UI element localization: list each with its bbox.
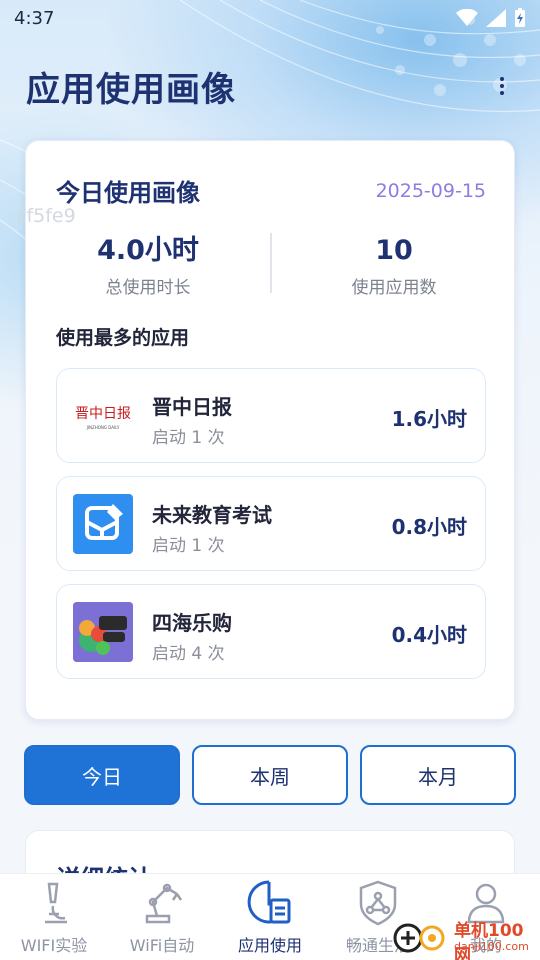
pie-report-icon xyxy=(247,880,291,924)
more-dot-icon xyxy=(500,91,504,95)
usage-stats: 4.0小时 总使用时长 10 使用应用数 xyxy=(26,233,516,299)
overlay-ghost-text: cf5fe9 xyxy=(16,205,76,227)
more-dot-icon xyxy=(500,84,504,88)
nav-label: WIFI实验 xyxy=(20,936,88,955)
card-date: 2025-09-15 xyxy=(375,179,486,202)
total-time-label: 总使用时长 xyxy=(105,278,191,298)
tab-this-week[interactable]: 本周 xyxy=(192,745,348,805)
microscope-icon xyxy=(45,882,67,924)
jinzhong-logo-text: 晋中日报 xyxy=(75,406,131,422)
total-time-value: 4.0小时 xyxy=(97,235,199,266)
battery-charging-icon xyxy=(515,8,525,27)
app-launch-count: 启动 4 次 xyxy=(152,644,225,664)
jinzhong-daily-logo-icon: 晋中日报 JINZHONG DAILY xyxy=(73,386,133,446)
period-tabs: 今日 本周 本月 xyxy=(24,745,516,805)
education-exam-app-icon xyxy=(73,494,133,554)
app-name: 四海乐购 xyxy=(152,611,232,635)
more-options-button[interactable] xyxy=(490,66,514,106)
watermark-logo-icon xyxy=(393,923,445,953)
tab-this-month[interactable]: 本月 xyxy=(360,745,516,805)
sihai-shopping-app-icon xyxy=(73,602,133,662)
list-item[interactable]: 未来教育考试 启动 1 次 0.8小时 xyxy=(56,476,486,571)
app-count-label: 使用应用数 xyxy=(351,278,437,298)
more-dot-icon xyxy=(500,77,504,81)
jinzhong-logo-subtext: JINZHONG DAILY xyxy=(86,425,120,430)
total-time-stat: 4.0小时 总使用时长 xyxy=(26,233,270,299)
nav-item-wifi-lab[interactable]: WIFI实验 xyxy=(0,874,108,960)
list-item[interactable]: 四海乐购 启动 4 次 0.4小时 xyxy=(56,584,486,679)
app-usage-time: 0.8小时 xyxy=(391,515,467,539)
card-title: 今日使用画像 xyxy=(56,179,200,207)
app-header: 应用使用画像 xyxy=(0,56,540,116)
list-item[interactable]: 晋中日报 JINZHONG DAILY 晋中日报 启动 1 次 1.6小时 xyxy=(56,368,486,463)
app-usage-time: 0.4小时 xyxy=(391,623,467,647)
app-usage-time: 1.6小时 xyxy=(391,407,467,431)
app-count-value: 10 xyxy=(375,235,413,266)
nav-item-app-usage[interactable]: 应用使用 xyxy=(216,874,324,960)
card-header: 今日使用画像 2025-09-15 xyxy=(56,173,486,208)
nav-label: WiFi自动 xyxy=(129,936,195,955)
status-icons xyxy=(456,8,526,28)
today-usage-card: 今日使用画像 2025-09-15 cf5fe9 4.0小时 总使用时长 10 … xyxy=(16,140,516,720)
watermark-url: danji100.com xyxy=(454,940,529,953)
status-bar: 4:37 xyxy=(0,0,540,36)
tab-today[interactable]: 今日 xyxy=(24,745,180,805)
top-apps-label: 使用最多的应用 xyxy=(56,327,190,349)
app-launch-count: 启动 1 次 xyxy=(152,536,225,556)
app-name: 晋中日报 xyxy=(152,395,232,419)
app-launch-count: 启动 1 次 xyxy=(152,428,225,448)
watermark-text: 单机100网 xyxy=(454,921,524,960)
cellular-signal-icon xyxy=(486,9,506,27)
nav-item-wifi-auto[interactable]: WiFi自动 xyxy=(108,874,216,960)
wifi-icon xyxy=(456,9,478,26)
app-name: 未来教育考试 xyxy=(152,503,272,527)
site-watermark: 单机100网 danji100.com xyxy=(392,912,540,960)
robot-arm-icon xyxy=(145,883,183,924)
app-count-stat: 10 使用应用数 xyxy=(272,233,516,299)
status-time: 4:37 xyxy=(14,7,55,29)
page-title: 应用使用画像 xyxy=(26,69,236,110)
nav-label: 应用使用 xyxy=(237,936,302,955)
